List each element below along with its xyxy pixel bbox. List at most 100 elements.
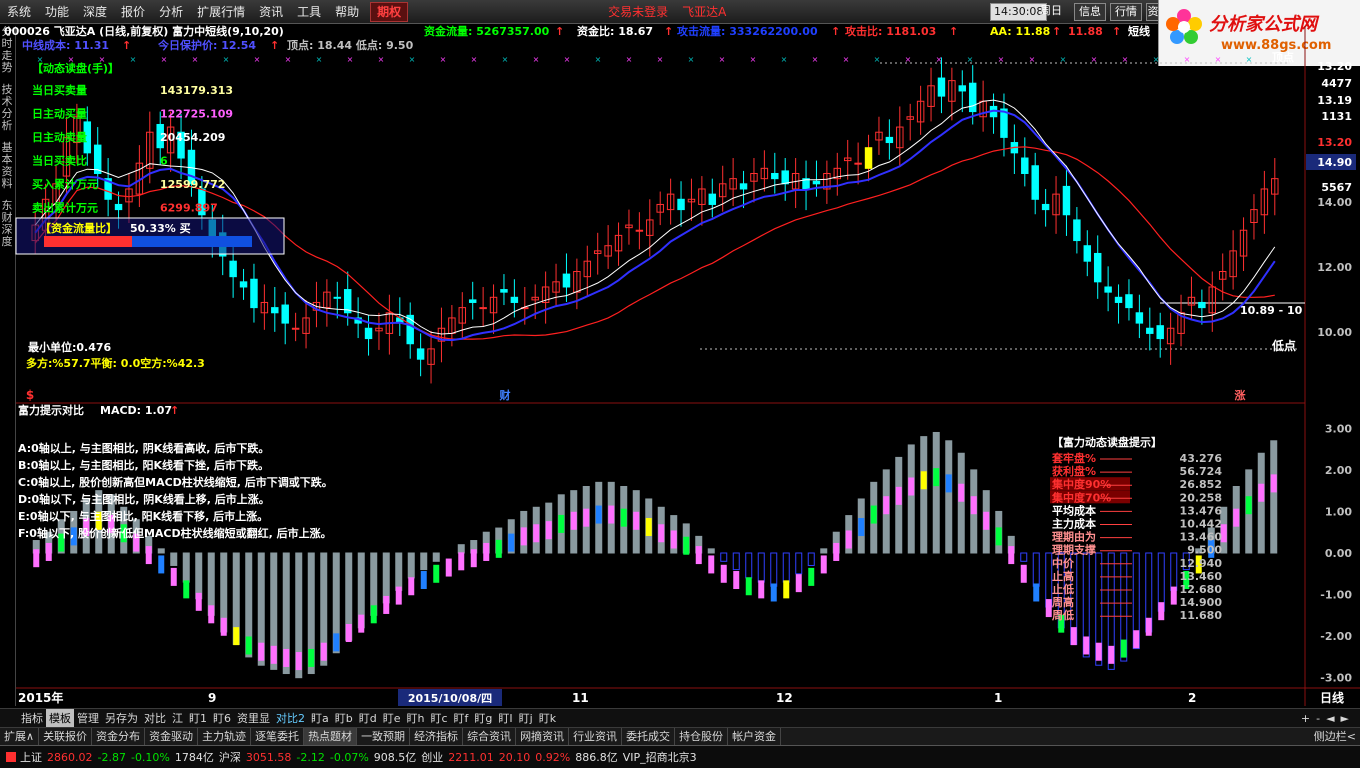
chart-area[interactable]: 000026 飞亚达A (日线,前复权) 富力中短线(9,10,20) 资金流量:… xyxy=(0,0,1360,708)
month-label-1: 11 xyxy=(572,691,589,705)
ext-tab-12[interactable]: 委托成交 xyxy=(622,728,676,745)
indicator-tab-2[interactable]: 管理 xyxy=(74,709,102,727)
indicator-tab-9[interactable]: 对比2 xyxy=(273,709,308,727)
chip-value-10: 12.680 xyxy=(1180,583,1223,596)
macd-bar-61 xyxy=(795,552,803,575)
ext-tab-11[interactable]: 行业资讯 xyxy=(569,728,623,745)
price-label-2: 13.19 xyxy=(1317,94,1352,107)
signal-candle-96 xyxy=(1233,508,1240,527)
signal-candle-74 xyxy=(958,483,965,502)
indicator-tab-20[interactable]: 盯k xyxy=(536,709,559,727)
signal-mark-26: × xyxy=(843,55,850,64)
nav-control-1[interactable]: - xyxy=(1313,709,1323,727)
nav-control-3[interactable]: ► xyxy=(1338,709,1352,727)
signal-candle-91 xyxy=(1170,586,1177,605)
ext-tab-13[interactable]: 持仓股份 xyxy=(675,728,729,745)
header-item-3: 资金比: 18.67 xyxy=(577,24,653,38)
macd-bar-28 xyxy=(382,552,390,604)
status-item-3: -0.10% xyxy=(130,750,170,764)
candle-body-112 xyxy=(1198,301,1206,309)
indicator-tab-8[interactable]: 资里显 xyxy=(234,709,273,727)
indicator-tab-6[interactable]: 盯1 xyxy=(186,709,210,727)
ext-tab-10[interactable]: 网摘资讯 xyxy=(516,728,570,745)
status-item-14: 886.8亿 xyxy=(575,750,618,764)
signal-candle-46 xyxy=(608,505,615,524)
indicator-tab-1[interactable]: 模板 xyxy=(46,709,74,727)
nav-control-0[interactable]: + xyxy=(1298,709,1313,727)
macd-bar-79 xyxy=(1020,552,1028,562)
ext-tab-8[interactable]: 经济指标 xyxy=(410,728,464,745)
signal-candle-37 xyxy=(495,539,502,558)
indicator-tab-7[interactable]: 盯6 xyxy=(210,709,234,727)
indicator-tab-13[interactable]: 盯e xyxy=(380,709,404,727)
indicator-tab-14[interactable]: 盯h xyxy=(404,709,428,727)
ext-tab-3[interactable]: 资金驱动 xyxy=(145,728,199,745)
ext-tab-5[interactable]: 逐笔委托 xyxy=(251,728,305,745)
sidebar-toggle[interactable]: 侧边栏< xyxy=(1310,728,1360,745)
header2-item-1: ↑ xyxy=(122,39,131,52)
ext-tab-0[interactable]: 扩展∧ xyxy=(0,728,40,745)
ext-tab-2[interactable]: 资金分布 xyxy=(92,728,146,745)
signal-candle-47 xyxy=(620,508,627,527)
indicator-tab-4[interactable]: 对比 xyxy=(141,709,169,727)
status-item-12: 20.10 xyxy=(498,750,531,764)
signal-mark-8: × xyxy=(285,55,292,64)
macd-bar-56 xyxy=(732,552,740,571)
price-label-4: 13.20 xyxy=(1317,136,1352,149)
signal-candle-53 xyxy=(695,546,702,565)
macd-bar-91 xyxy=(1170,552,1178,591)
ext-tab-6[interactable]: 热点题材 xyxy=(304,728,358,745)
macd-bar-69 xyxy=(895,456,903,554)
ext-tab-4[interactable]: 主力轨迹 xyxy=(198,728,252,745)
macd-bar-29 xyxy=(395,552,403,591)
indicator-tab-12[interactable]: 盯d xyxy=(356,709,380,727)
signal-candle-21 xyxy=(295,652,302,671)
indicator-tab-18[interactable]: 盯I xyxy=(495,709,515,727)
candle-body-80 xyxy=(864,147,873,169)
signal-mark-5: × xyxy=(192,55,199,64)
status-item-15: VIP_招商北京3 xyxy=(622,750,697,764)
signal-mark-37: × xyxy=(1184,55,1191,64)
header2-item-3: ↑ xyxy=(270,39,279,52)
indicator-tab-11[interactable]: 盯b xyxy=(332,709,356,727)
signal-candle-75 xyxy=(970,496,977,515)
candle-body-99 xyxy=(1062,185,1071,216)
header2-item-0: 中线成本: 11.31 xyxy=(22,38,109,52)
macd-bar-70 xyxy=(907,444,915,554)
macd-bar-54 xyxy=(707,548,715,554)
chip-label-6: 理期由为 xyxy=(1052,530,1096,544)
nav-control-2[interactable]: ◄ xyxy=(1323,709,1337,727)
candle-body-29 xyxy=(333,296,342,299)
ext-tab-14[interactable]: 帐户资金 xyxy=(728,728,782,745)
ext-tab-1[interactable]: 关联报价 xyxy=(39,728,93,745)
indicator-tab-16[interactable]: 盯f xyxy=(451,709,472,727)
signal-candle-9 xyxy=(145,546,152,565)
candle-body-97 xyxy=(1041,203,1050,211)
indicator-tab-10[interactable]: 盯a xyxy=(308,709,332,727)
signal-mark-35: × xyxy=(1122,55,1129,64)
signal-candle-49 xyxy=(645,518,652,537)
price-label-8: 12.00 xyxy=(1317,261,1352,274)
indicator-tab-bar: 指标 模板 管理 另存为 对比江盯1 盯6 资里显 对比2 盯a 盯b 盯d 盯e 盯h 盯c 盯f 盯g 盯I… xyxy=(0,708,1360,727)
chip-label-3: 集中度70% xyxy=(1051,490,1111,504)
indicator-tab-15[interactable]: 盯c xyxy=(427,709,450,727)
ext-tab-9[interactable]: 综合资讯 xyxy=(463,728,517,745)
indicator-tab-17[interactable]: 盯g xyxy=(471,709,495,727)
marker-s: $ xyxy=(26,388,34,402)
macd-bar-59 xyxy=(770,552,778,587)
indicator-tab-0[interactable]: 指标 xyxy=(18,709,46,727)
candle-body-106 xyxy=(1135,312,1144,324)
header-item-2: ↑ xyxy=(555,25,564,38)
indicator-tab-19[interactable]: 盯j xyxy=(516,709,536,727)
signal-candle-11 xyxy=(170,567,177,586)
status-item-1: 2860.02 xyxy=(47,750,93,764)
signal-candle-43 xyxy=(570,511,577,530)
macd-axis-5: -2.00 xyxy=(1320,630,1352,643)
signal-candle-54 xyxy=(708,555,715,574)
low-tag: 低点 xyxy=(1271,338,1296,353)
indicator-tab-3[interactable]: 另存为 xyxy=(102,709,141,727)
ext-tab-7[interactable]: 一致预期 xyxy=(357,728,411,745)
indicator-tab-5[interactable]: 江 xyxy=(169,709,186,727)
signal-note-2: C:0轴以上, 股价创新高但MACD柱状线缩短, 后市下调或下跌。 xyxy=(18,475,333,489)
chip-label-8: 中价 xyxy=(1052,556,1075,570)
